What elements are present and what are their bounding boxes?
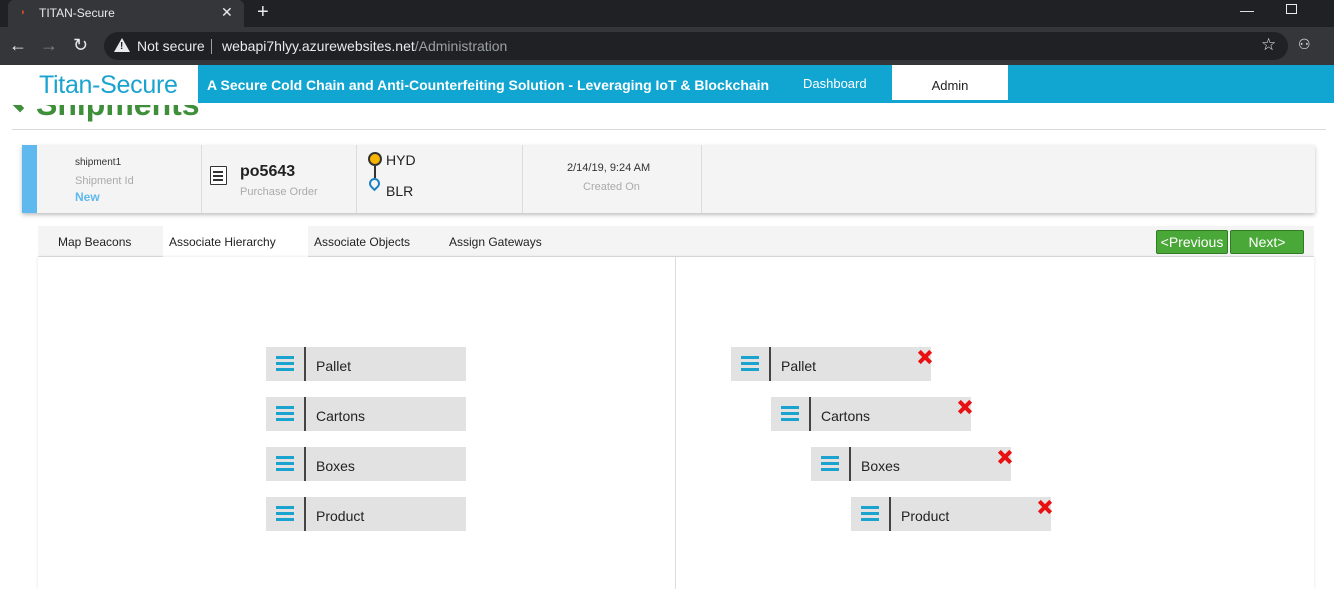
purchase-order-number: po5643 [240,163,296,180]
item-divider [889,497,891,531]
back-chevron-icon[interactable] [8,105,32,113]
omnibox-divider [211,39,212,54]
drag-handle-icon[interactable] [741,356,759,372]
created-date: 2/14/19, 9:24 AM [567,162,651,174]
incognito-icon[interactable]: ⚇ [1298,36,1311,53]
item-label: Product [316,508,365,524]
card-divider [201,145,202,213]
selected-item-product[interactable]: Product [851,497,1051,531]
remove-icon[interactable] [918,350,932,364]
close-tab-icon[interactable]: ✕ [221,4,233,21]
warning-icon: ! [114,38,130,52]
brand-logo[interactable]: Titan-Secure [0,65,198,105]
tab-assign-gateways[interactable]: Assign Gateways [443,226,573,257]
title-divider [12,129,1326,130]
browser-tab-title: TITAN-Secure [39,6,115,20]
remove-icon[interactable] [998,450,1012,464]
bookmark-star-icon[interactable]: ☆ [1261,35,1276,55]
item-label: Cartons [316,408,366,424]
browser-toolbar: ← → ↻ ! Not secure webapi7hlyy.azurewebs… [0,27,1334,65]
available-item-boxes[interactable]: Boxes [266,447,466,481]
brand-name: Titan-Secure [39,71,178,99]
wizard-tabs: Map Beacons Associate Hierarchy Associat… [38,226,1314,257]
hierarchy-panels: Pallet Cartons Boxes Product Pallet Cart… [38,257,1314,589]
available-item-pallet[interactable]: Pallet [266,347,466,381]
back-arrow-icon[interactable]: ← [9,35,27,56]
app-tagline: A Secure Cold Chain and Anti-Counterfeit… [207,77,770,93]
item-divider [769,347,771,381]
drag-handle-icon[interactable] [276,506,294,522]
nav-dashboard[interactable]: Dashboard [803,76,867,91]
restore-window-icon[interactable] [1286,4,1297,14]
card-divider [356,145,357,213]
url-text[interactable]: webapi7hlyy.azurewebsites.net/Administra… [222,38,507,54]
url-path: /Administration [414,38,508,54]
shipment-summary-card: shipment1 Shipment Id New po5643 Purchas… [22,145,1315,213]
browser-tab[interactable]: ◗ TITAN-Secure ✕ [8,0,244,27]
route-line [374,166,376,178]
browser-tab-bar: ◗ TITAN-Secure ✕ + — [0,0,1334,27]
available-item-product[interactable]: Product [266,497,466,531]
route-destination: BLR [386,183,414,199]
created-label: Created On [583,181,640,193]
remove-icon[interactable] [958,400,972,414]
shipment-name: shipment1 [75,157,122,168]
shipment-status: New [75,190,100,204]
shipment-id-label: Shipment Id [75,175,134,187]
app-header: Titan-Secure A Secure Cold Chain and Ant… [0,65,1334,105]
card-accent-bar [22,145,37,213]
item-divider [809,397,811,431]
tab-map-beacons[interactable]: Map Beacons [53,226,163,257]
selected-item-boxes[interactable]: Boxes [811,447,1011,481]
tab-associate-objects[interactable]: Associate Objects [308,226,438,257]
remove-icon[interactable] [1038,500,1052,514]
drag-handle-icon[interactable] [276,406,294,422]
next-button[interactable]: Next> [1230,230,1304,254]
item-label: Boxes [316,458,355,474]
forward-arrow-icon[interactable]: → [40,35,58,56]
item-label: Boxes [861,458,900,474]
address-bar[interactable]: ! Not secure webapi7hlyy.azurewebsites.n… [104,32,1288,60]
item-divider [304,497,306,531]
purchase-order-icon [210,166,227,185]
previous-button[interactable]: <Previous [1156,230,1228,254]
drag-handle-icon[interactable] [821,456,839,472]
destination-pin-icon [366,175,383,192]
selected-item-cartons[interactable]: Cartons [771,397,971,431]
site-favicon-icon: ◗ [20,7,27,18]
drag-handle-icon[interactable] [861,506,879,522]
purchase-order-label: Purchase Order [240,186,318,198]
item-divider [849,447,851,481]
nav-admin[interactable]: Admin [892,65,1008,103]
new-tab-icon[interactable]: + [257,1,269,24]
available-item-cartons[interactable]: Cartons [266,397,466,431]
tab-associate-hierarchy[interactable]: Associate Hierarchy [163,226,308,257]
page-title: Shipments [36,105,200,123]
page-title-region: Shipments [0,105,1334,125]
drag-handle-icon[interactable] [781,406,799,422]
panel-divider [675,257,676,589]
minimize-window-icon[interactable]: — [1240,2,1254,18]
item-label: Pallet [316,358,352,374]
item-divider [304,447,306,481]
route-origin: HYD [386,152,416,168]
reload-icon[interactable]: ↻ [73,35,88,56]
selected-item-pallet[interactable]: Pallet [731,347,931,381]
item-label: Pallet [781,358,817,374]
security-status[interactable]: Not secure [137,38,205,54]
url-host: webapi7hlyy.azurewebsites.net [222,38,415,54]
drag-handle-icon[interactable] [276,456,294,472]
card-divider [701,145,702,213]
origin-pin-icon [368,152,382,166]
card-divider [522,145,523,213]
item-divider [304,397,306,431]
item-label: Cartons [821,408,871,424]
item-label: Product [901,508,950,524]
item-divider [304,347,306,381]
header-bar: A Secure Cold Chain and Anti-Counterfeit… [198,65,1334,103]
drag-handle-icon[interactable] [276,356,294,372]
